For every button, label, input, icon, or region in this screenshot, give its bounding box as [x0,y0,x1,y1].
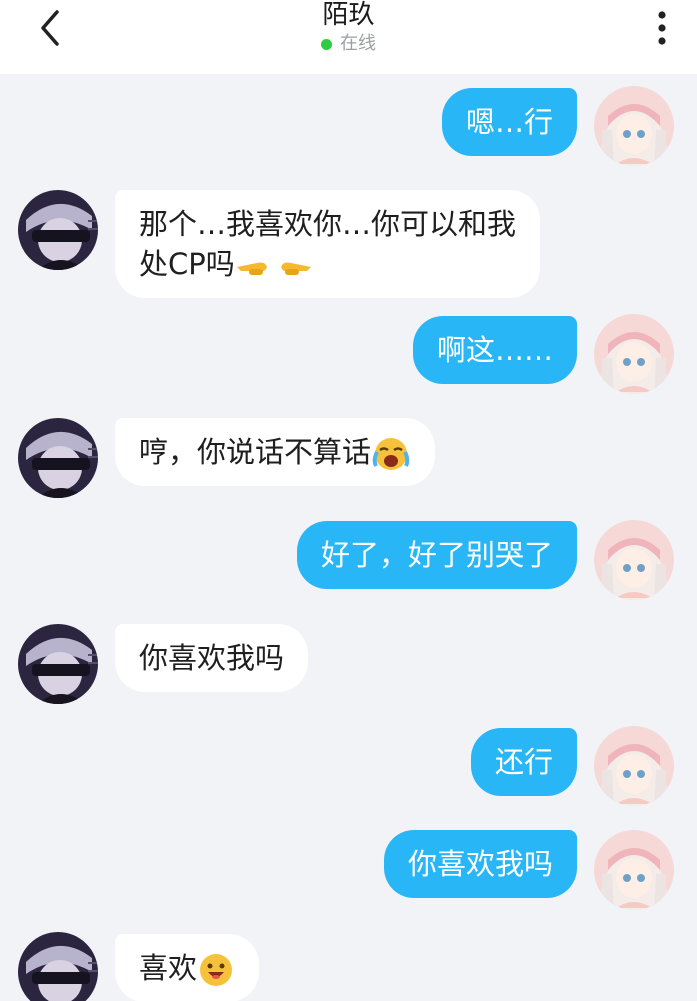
contact-avatar[interactable] [18,624,98,704]
anime-girl-avatar-icon [594,830,674,910]
my-avatar[interactable] [594,726,674,806]
more-options-button[interactable] [646,8,678,48]
message-text: 处CP吗 [139,247,235,281]
outgoing-message-bubble[interactable]: 嗯…行 [441,88,577,156]
message-text: 还行 [494,745,553,779]
message-row: 还行 [0,726,697,808]
contact-avatar[interactable] [18,932,98,1001]
anime-girl-avatar-icon [594,726,674,806]
outgoing-message-bubble[interactable]: 好了，好了别哭了 [296,521,577,589]
message-text-line-2: 处CP吗 [139,244,516,284]
contact-name: 陌玖 [322,0,375,30]
outgoing-message-bubble[interactable]: 你喜欢我吗 [383,830,577,898]
crying-face-emoji [372,438,410,470]
chat-header: 陌玖 在线 [0,0,697,74]
anime-girl-avatar-icon [594,86,674,166]
incoming-message-bubble[interactable]: 那个…我喜欢你…你可以和我 处CP吗 [115,190,541,298]
contact-avatar[interactable] [18,418,98,498]
message-row: 你喜欢我吗 [0,828,697,912]
incoming-message-bubble[interactable]: 喜欢 [115,934,260,1001]
message-row: 嗯…行 [0,86,697,168]
my-avatar[interactable] [594,520,674,600]
dark-haired-character-avatar-icon [18,624,98,704]
message-row: 啊这…… [0,314,697,396]
message-text: 你喜欢我吗 [139,641,285,675]
message-text: 喜欢 [139,951,198,985]
message-text: 嗯…行 [465,105,553,139]
my-avatar[interactable] [594,314,674,394]
online-status: 在线 [0,33,697,55]
pointing-fingers-emoji [236,262,311,275]
contact-avatar[interactable] [18,190,98,270]
incoming-message-bubble[interactable]: 哼，你说话不算话 [115,418,436,486]
outgoing-message-bubble[interactable]: 啊这…… [412,316,577,384]
message-row: 喜欢 [0,930,697,1001]
dark-haired-character-avatar-icon [18,932,98,1001]
message-text: 好了，好了别哭了 [320,538,553,572]
outgoing-message-bubble[interactable]: 还行 [470,728,577,796]
anime-girl-avatar-icon [594,314,674,394]
message-row: 那个…我喜欢你…你可以和我 处CP吗 [0,188,697,298]
dark-haired-character-avatar-icon [18,190,98,270]
dark-haired-character-avatar-icon [18,418,98,498]
incoming-message-bubble[interactable]: 你喜欢我吗 [115,624,309,692]
my-avatar[interactable] [594,86,674,166]
message-row: 哼，你说话不算话 [0,416,697,500]
message-text-line-1: 那个…我喜欢你…你可以和我 [139,207,517,241]
message-row: 你喜欢我吗 [0,622,697,706]
message-text: 啊这…… [436,333,553,367]
chat-screen: 陌玖 在线 嗯…行 那个…我喜欢你…你可以和我 处CP吗 啊这…… 哼，你说话不… [0,0,697,1001]
online-status-label: 在线 [340,33,376,54]
more-vertical-icon [658,11,666,45]
message-text: 哼，你说话不算话 [139,435,372,469]
online-dot-icon [321,38,332,50]
my-avatar[interactable] [594,830,674,910]
smiling-face-emoji [200,954,233,986]
message-row: 好了，好了别哭了 [0,519,697,603]
message-text: 你喜欢我吗 [407,847,553,881]
anime-girl-avatar-icon [594,520,674,600]
